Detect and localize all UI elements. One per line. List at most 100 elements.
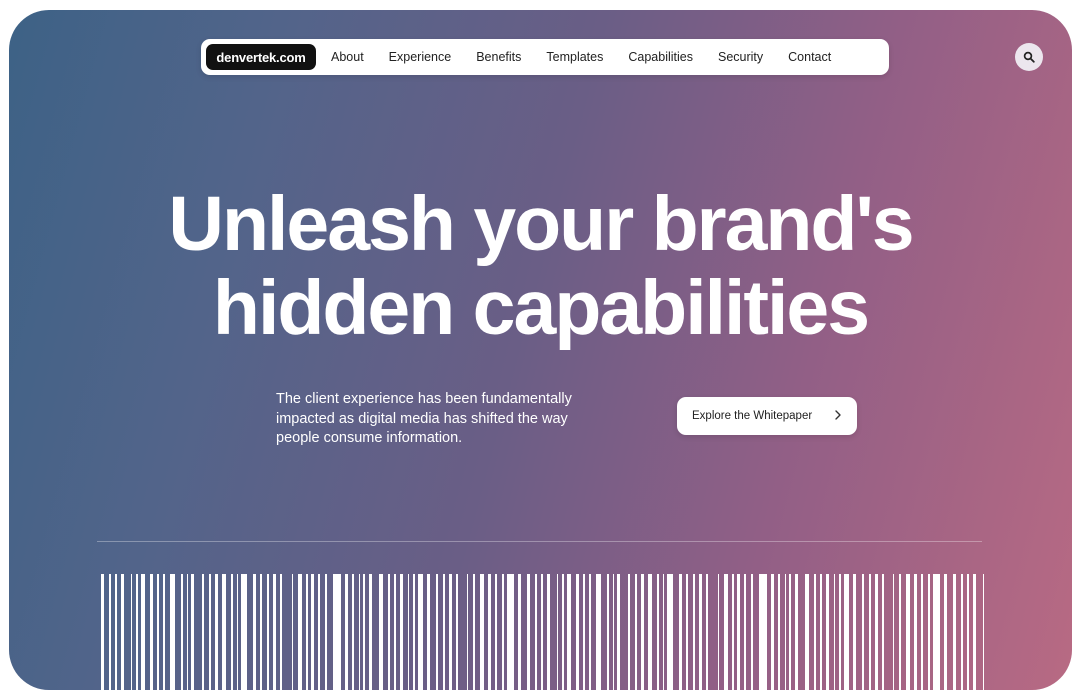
barcode-stripe	[507, 574, 514, 690]
barcode-stripe	[853, 574, 856, 690]
search-button[interactable]	[1015, 43, 1043, 71]
barcode-stripe	[759, 574, 767, 690]
barcode-stripe	[613, 574, 614, 690]
barcode-stripe	[944, 574, 947, 690]
barcode-stripe	[928, 574, 930, 690]
brand-logo[interactable]: denvertek.com	[206, 44, 316, 70]
barcode-stripe	[488, 574, 491, 690]
barcode-stripe	[388, 574, 390, 690]
cta-label: Explore the Whitepaper	[692, 410, 813, 422]
barcode-stripe	[562, 574, 564, 690]
nav-item-about[interactable]: About	[331, 50, 364, 64]
barcode-stripe	[583, 574, 585, 690]
description-line-3: people consume information.	[276, 430, 463, 446]
barcode-stripe	[778, 574, 780, 690]
barcode-stripe	[318, 574, 320, 690]
nav-item-templates[interactable]: Templates	[546, 50, 603, 64]
barcode-stripe	[408, 574, 409, 690]
barcode-stripe	[400, 574, 403, 690]
barcode-stripe	[862, 574, 864, 690]
barcode-stripe	[394, 574, 396, 690]
barcode-stripe	[443, 574, 445, 690]
barcode-stripe	[260, 574, 262, 690]
barcode-stripe	[576, 574, 579, 690]
barcode-stripe	[231, 574, 233, 690]
barcode-stripe	[495, 574, 497, 690]
barcode-stripe	[311, 574, 314, 690]
headline-line-1: Unleash your brand's	[168, 181, 914, 267]
barcode-stripe	[983, 574, 984, 690]
description-line-1: The client experience has been fundament…	[276, 391, 572, 407]
barcode-stripe	[967, 574, 969, 690]
barcode-stripe	[157, 574, 159, 690]
barcode-stripe	[502, 574, 504, 690]
search-icon	[1023, 51, 1035, 63]
barcode-stripe	[557, 574, 558, 690]
barcode-stripe	[737, 574, 740, 690]
barcode-stripe	[292, 574, 293, 690]
barcode-stripe	[844, 574, 849, 690]
nav-item-experience[interactable]: Experience	[389, 50, 452, 64]
barcode-stripe	[869, 574, 871, 690]
barcode-stripe	[170, 574, 175, 690]
nav-item-benefits[interactable]: Benefits	[476, 50, 521, 64]
barcode-stripe	[136, 574, 138, 690]
barcode-stripe	[363, 574, 365, 690]
barcode-stripe	[202, 574, 204, 690]
barcode-stripe	[875, 574, 878, 690]
barcode-stripe	[921, 574, 923, 690]
hero-headline: Unleash your brand's hidden capabilities	[9, 182, 1072, 350]
barcode-stripe	[418, 574, 423, 690]
barcode-stripe	[449, 574, 452, 690]
barcode-stripe	[456, 574, 458, 690]
barcode-stripe	[648, 574, 652, 690]
barcode-stripe	[115, 574, 117, 690]
barcode-stripe	[101, 574, 104, 690]
barcode-stripe	[785, 574, 786, 690]
nav-item-contact[interactable]: Contact	[788, 50, 831, 64]
barcode-stripe	[467, 574, 468, 690]
barcode-stripe	[635, 574, 637, 690]
nav-item-security[interactable]: Security	[718, 50, 763, 64]
barcode-stripe	[547, 574, 550, 690]
barcode-stripe	[535, 574, 537, 690]
barcode-stripe	[280, 574, 282, 690]
barcode-stripe	[253, 574, 256, 690]
barcode-stripe	[267, 574, 269, 690]
barcode-stripe	[751, 574, 753, 690]
barcode-stripe	[628, 574, 630, 690]
barcode-stripe	[693, 574, 695, 690]
barcode-stripe	[131, 574, 132, 690]
barcode-stripe	[617, 574, 620, 690]
barcode-stripe	[141, 574, 145, 690]
barcode-stripe	[345, 574, 348, 690]
hero-frame: denvertek.com About Experience Benefits …	[9, 10, 1072, 690]
section-divider	[97, 541, 982, 542]
barcode-stripe	[333, 574, 341, 690]
barcode-stripe	[789, 574, 791, 690]
barcode-stripe	[814, 574, 816, 690]
barcode-stripe	[724, 574, 728, 690]
barcode-stripe	[596, 574, 601, 690]
barcode-stripe	[237, 574, 238, 690]
explore-whitepaper-button[interactable]: Explore the Whitepaper	[677, 397, 857, 435]
barcode-stripe	[480, 574, 484, 690]
barcode-stripe	[686, 574, 688, 690]
barcode-stripe	[209, 574, 211, 690]
barcode-stripe	[973, 574, 976, 690]
description-line-2: impacted as digital media has shifted th…	[276, 410, 568, 427]
barcode-stripe	[589, 574, 591, 690]
barcode-stripe	[953, 574, 956, 690]
barcode-stripe	[820, 574, 822, 690]
barcode-stripe	[657, 574, 659, 690]
barcode-stripe	[222, 574, 226, 690]
barcode-stripe	[834, 574, 835, 690]
barcode-stripe	[718, 574, 719, 690]
barcode-stripe	[369, 574, 372, 690]
top-nav: denvertek.com About Experience Benefits …	[201, 39, 889, 75]
barcode-stripe	[899, 574, 901, 690]
nav-item-capabilities[interactable]: Capabilities	[628, 50, 693, 64]
barcode-stripe	[663, 574, 664, 690]
barcode-stripe	[359, 574, 360, 690]
hero-description: The client experience has been fundament…	[276, 390, 631, 449]
